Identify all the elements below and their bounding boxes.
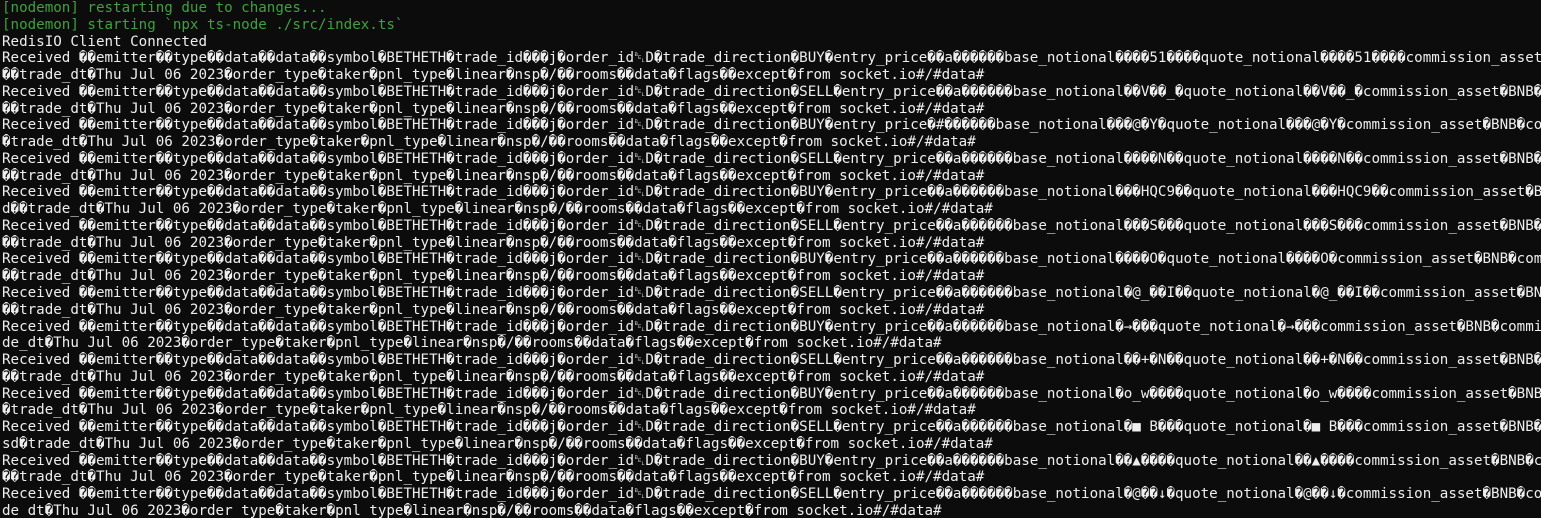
terminal-line: Received ��emitter��type��data��data��sy… bbox=[2, 285, 1541, 302]
terminal-line: Received ��emitter��type��data��data��sy… bbox=[2, 419, 1541, 436]
terminal-line: RedisIO Client Connected bbox=[2, 33, 207, 50]
terminal-line: de_dt�Thu Jul 06 2023�order_type�taker�p… bbox=[2, 502, 942, 518]
terminal-line: Received ��emitter��type��data��data��sy… bbox=[2, 385, 1541, 402]
terminal-line: Received ��emitter��type��data��data��sy… bbox=[2, 150, 1541, 167]
terminal-line: Received ��emitter��type��data��data��sy… bbox=[2, 83, 1541, 100]
terminal-line: de_dt�Thu Jul 06 2023�order_type�taker�p… bbox=[2, 335, 942, 352]
terminal-line: d��trade_dt�Thu Jul 06 2023�order_type�t… bbox=[2, 201, 993, 218]
terminal-line: ��trade_dt�Thu Jul 06 2023�order_type�ta… bbox=[2, 100, 985, 117]
terminal-line: ��trade_dt�Thu Jul 06 2023�order_type�ta… bbox=[2, 268, 985, 285]
terminal-line: ��trade_dt�Thu Jul 06 2023�order_type�ta… bbox=[2, 234, 985, 251]
terminal-line: Received ��emitter��type��data��data��sy… bbox=[2, 318, 1541, 335]
terminal-line: �trade_dt�Thu Jul 06 2023�order_type�tak… bbox=[2, 134, 976, 151]
terminal-line: ��trade_dt�Thu Jul 06 2023�order_type�ta… bbox=[2, 469, 985, 486]
terminal-line: Received ��emitter��type��data��data��sy… bbox=[2, 50, 1541, 67]
terminal-line: ��trade_dt�Thu Jul 06 2023�order_type�ta… bbox=[2, 167, 985, 184]
terminal-line: ��trade_dt�Thu Jul 06 2023�order_type�ta… bbox=[2, 368, 985, 385]
terminal-line: Received ��emitter��type��data��data��sy… bbox=[2, 352, 1541, 369]
terminal-line: [nodemon] starting `npx ts-node ./src/in… bbox=[2, 16, 404, 33]
terminal-line: Received ��emitter��type��data��data��sy… bbox=[2, 251, 1541, 268]
terminal-line: Received ��emitter��type��data��data��sy… bbox=[2, 452, 1541, 469]
terminal-line: �trade_dt�Thu Jul 06 2023�order_type�tak… bbox=[2, 402, 976, 419]
terminal-line: [nodemon] restarting due to changes... bbox=[2, 0, 327, 16]
terminal-line: Received ��emitter��type��data��data��sy… bbox=[2, 217, 1541, 234]
terminal-line: ��trade_dt�Thu Jul 06 2023�order_type�ta… bbox=[2, 67, 985, 84]
terminal-window[interactable]: [nodemon] restarting due to changes... [n… bbox=[0, 0, 1541, 518]
terminal-line: Received ��emitter��type��data��data��sy… bbox=[2, 117, 1541, 134]
terminal-line: ��trade_dt�Thu Jul 06 2023�order_type�ta… bbox=[2, 301, 985, 318]
terminal-output: [nodemon] restarting due to changes... [n… bbox=[0, 0, 1541, 518]
terminal-line: Received ��emitter��type��data��data��sy… bbox=[2, 486, 1541, 503]
terminal-line: sd�trade_dt�Thu Jul 06 2023�order_type�t… bbox=[2, 435, 993, 452]
terminal-line: Received ��emitter��type��data��data��sy… bbox=[2, 184, 1541, 201]
